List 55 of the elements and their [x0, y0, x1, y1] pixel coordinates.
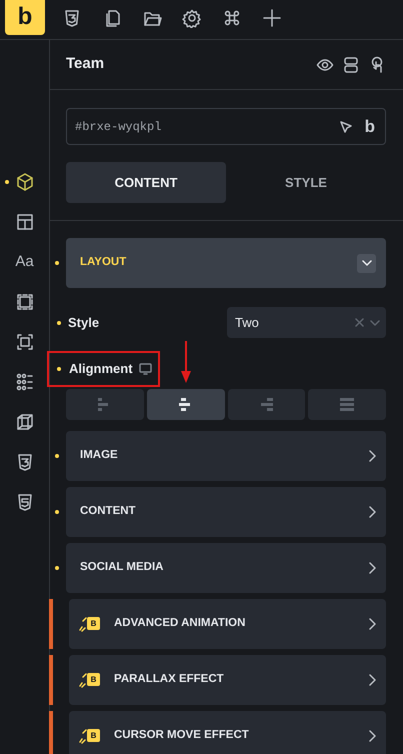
plugin-badge: B [87, 729, 100, 742]
annotation-arrow [180, 340, 192, 382]
wireframe-cube-icon[interactable] [14, 412, 34, 432]
accent-bar [49, 710, 53, 754]
monitor-icon[interactable] [138, 362, 152, 375]
plugin-badge: B [87, 673, 100, 686]
section-header[interactable]: LAYOUT [66, 238, 386, 288]
logo[interactable]: b [5, 0, 45, 35]
cursor-icon[interactable] [338, 120, 353, 134]
layout-icon[interactable] [14, 212, 34, 232]
command-icon[interactable] [222, 8, 242, 28]
typography-tab[interactable]: Aa [15, 252, 34, 272]
chevron-right-icon [368, 450, 376, 462]
spark-icon [79, 672, 87, 688]
cube-icon[interactable] [14, 172, 34, 192]
section-header[interactable]: IMAGE [66, 430, 386, 480]
section-title: SOCIAL MEDIA [80, 560, 164, 575]
frame-icon[interactable] [14, 292, 34, 312]
section-title: ADVANCED ANIMATION [114, 616, 246, 631]
section-title: CURSOR MOVE EFFECT [114, 728, 249, 743]
chevron-right-icon [368, 618, 376, 630]
spark-icon [79, 728, 87, 744]
toggle-icon[interactable] [342, 56, 360, 74]
section-header[interactable]: B CURSOR MOVE EFFECT [69, 710, 386, 754]
panel-title: Team [66, 54, 104, 74]
field-label: Alignment [69, 360, 133, 378]
section-title: IMAGE [80, 448, 118, 463]
section-header[interactable]: SOCIAL MEDIA [66, 542, 386, 592]
section-header[interactable]: B ADVANCED ANIMATION [69, 598, 386, 648]
dots-grid-icon[interactable] [14, 372, 34, 392]
section-title: PARALLAX EFFECT [114, 672, 224, 687]
section-title: LAYOUT [80, 255, 126, 270]
collapse-button[interactable] [357, 254, 376, 272]
accent-bar [49, 654, 53, 704]
chevron-right-icon [368, 674, 376, 686]
select-value: Two [235, 314, 259, 332]
section-header[interactable]: CONTENT [66, 486, 386, 536]
chevron-right-icon [368, 506, 376, 518]
section-title: CONTENT [80, 504, 136, 519]
add-icon[interactable] [262, 8, 282, 28]
square-icon[interactable] [14, 332, 34, 352]
chevron-right-icon [368, 730, 376, 742]
spark-icon [79, 616, 87, 632]
field-label: Style [68, 314, 100, 332]
accent-bar [49, 598, 53, 648]
section-header[interactable]: B PARALLAX EFFECT [69, 654, 386, 704]
settings-icon[interactable] [182, 8, 202, 28]
logo-button[interactable]: b [364, 114, 375, 140]
plugin-badge: B [87, 617, 100, 630]
chevron-down-icon [362, 260, 372, 266]
selector-field[interactable]: #brxe-wyqkpl b [66, 108, 386, 145]
selector-value: #brxe-wyqkpl [75, 118, 162, 136]
chevron-right-icon [368, 562, 376, 574]
tab[interactable]: CONTENT [66, 162, 226, 203]
tab[interactable]: STYLE [226, 162, 386, 203]
